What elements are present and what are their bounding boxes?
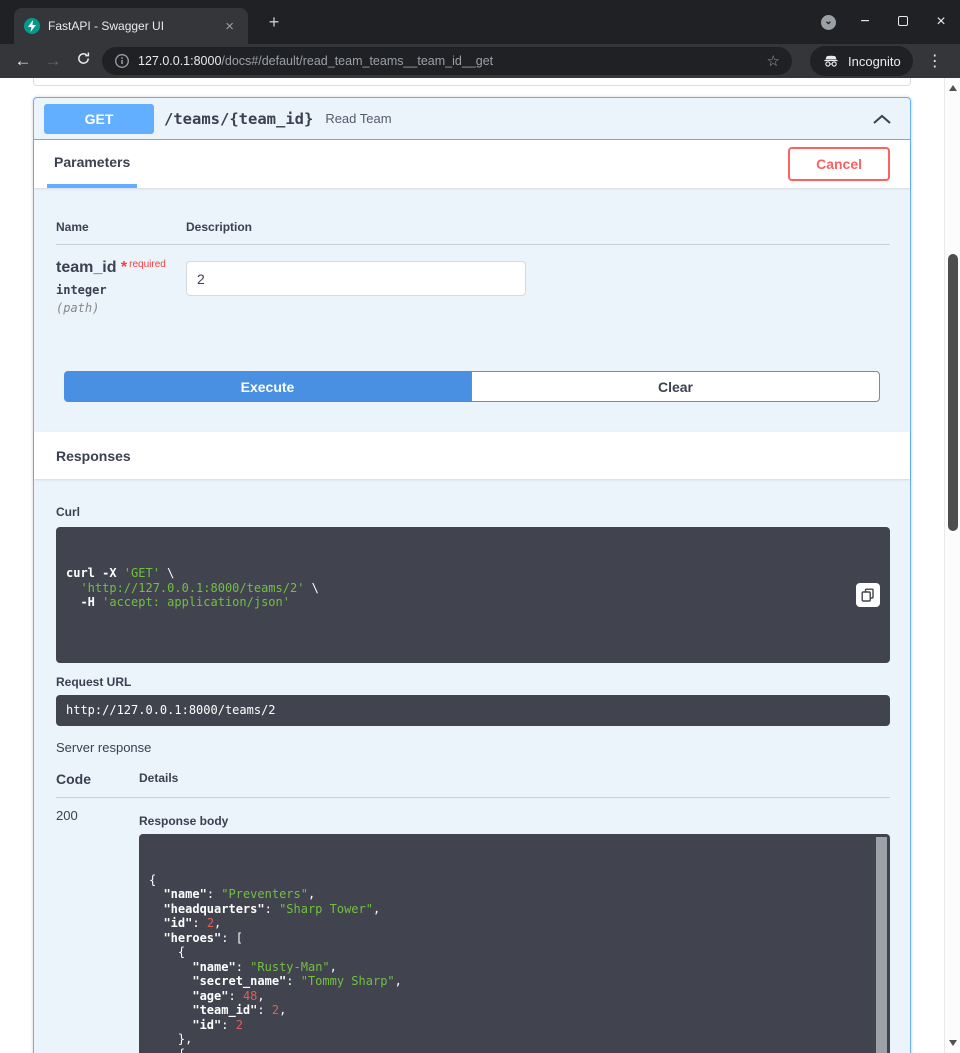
responses-title: Responses [56,448,131,464]
col-description-header: Description [186,220,890,234]
curl-command: curl -X 'GET' \ 'http://127.0.0.1:8000/t… [66,566,880,610]
incognito-label: Incognito [848,54,901,69]
url-bar[interactable]: 127.0.0.1:8000/docs#/default/read_team_t… [102,47,792,75]
new-tab-button[interactable]: + [262,11,286,35]
response-body-scrollbar-thumb[interactable] [876,837,887,1053]
browser-status-icon[interactable]: ⌄ [821,15,836,30]
required-star: * [121,259,127,276]
scrollbar-down-icon[interactable] [949,1040,957,1046]
bookmark-star-icon[interactable]: ☆ [767,52,780,70]
parameters-table-header: Name Description [56,220,890,245]
opblock-summary[interactable]: GET /teams/{team_id} Read Team [34,98,910,140]
col-code-header: Code [56,771,139,787]
fastapi-favicon-icon [24,18,40,34]
page-scrollbar[interactable] [944,78,960,1053]
browser-window: FastAPI - Swagger UI × + ⌄ − × ← → 127 [0,0,960,1053]
endpoint-path: /teams/{team_id} [164,110,313,128]
previous-opblock-edge [33,78,911,86]
opblock-get-teams: GET /teams/{team_id} Read Team Parameter… [33,97,911,1053]
response-details-cell: Response body { "name": "Preventers", "h… [139,808,890,1053]
response-body-label: Response body [139,814,890,828]
endpoint-summary: Read Team [325,111,391,126]
browser-menu-icon[interactable]: ⋮ [925,51,945,71]
parameter-value-cell [186,259,890,315]
browser-toolbar: ← → 127.0.0.1:8000/docs#/default/read_te… [0,44,960,78]
minimize-button[interactable]: − [856,13,874,31]
url-path: /docs#/default/read_team_teams__team_id_… [221,54,493,68]
maximize-button[interactable] [894,13,912,31]
copy-icon [861,588,875,602]
maximize-icon [898,16,908,26]
back-icon[interactable]: ← [8,51,38,71]
status-code: 200 [56,808,139,1053]
window-controls: ⌄ − × [821,0,950,44]
close-window-button[interactable]: × [932,13,950,31]
parameter-in: (path) [56,301,186,315]
response-table-header: Code Details [56,771,890,798]
response-body-code: { "name": "Preventers", "headquarters": … [149,873,880,1053]
cancel-button[interactable]: Cancel [788,147,890,181]
forward-icon[interactable]: → [38,51,68,71]
tab-parameters[interactable]: Parameters [47,140,137,188]
browser-titlebar: FastAPI - Swagger UI × + ⌄ − × [0,0,960,44]
required-label: required [129,259,166,270]
parameter-name-text: team_id [56,259,116,276]
parameter-type: integer [56,283,186,297]
team-id-input[interactable] [186,261,526,296]
parameters-body: Name Description team_id *required integ… [34,188,910,432]
responses-body: Curl curl -X 'GET' \ 'http://127.0.0.1:8… [34,479,910,1053]
server-response-table: Code Details 200 Response body { "name":… [56,771,890,1053]
url-host: 127.0.0.1:8000 [138,54,221,68]
response-body-block[interactable]: { "name": "Preventers", "headquarters": … [139,834,890,1053]
parameter-name: team_id *required [56,259,186,277]
col-details-header: Details [139,771,890,787]
page-scrollbar-thumb[interactable] [948,254,958,531]
url-text: 127.0.0.1:8000/docs#/default/read_team_t… [138,54,493,68]
curl-block: curl -X 'GET' \ 'http://127.0.0.1:8000/t… [56,527,890,663]
copy-button[interactable] [856,583,880,607]
col-name-header: Name [56,220,186,234]
response-body-scrollbar[interactable] [876,837,887,1053]
request-url-label: Request URL [56,675,890,689]
incognito-icon [822,52,840,70]
method-badge: GET [44,104,154,134]
server-response-label: Server response [56,740,890,755]
browser-tab[interactable]: FastAPI - Swagger UI × [14,8,248,44]
tab-close-icon[interactable]: × [221,18,238,35]
execute-row: Execute Clear [64,371,880,402]
reload-icon[interactable] [68,51,98,71]
curl-label: Curl [56,505,890,519]
execute-button[interactable]: Execute [64,371,471,402]
incognito-badge: Incognito [810,46,913,76]
parameters-section-header: Parameters Cancel [34,140,910,188]
responses-section-header: Responses [34,432,910,479]
clear-button[interactable]: Clear [471,371,880,402]
parameter-row: team_id *required integer (path) [56,245,890,315]
collapse-chevron-icon[interactable] [872,113,892,125]
scrollbar-up-icon[interactable] [949,85,957,91]
tab-title: FastAPI - Swagger UI [48,19,221,33]
info-icon[interactable] [114,53,130,69]
page-content: GET /teams/{team_id} Read Team Parameter… [0,78,960,1053]
parameter-name-cell: team_id *required integer (path) [56,259,186,315]
response-row: 200 Response body { "name": "Preventers"… [56,798,890,1053]
request-url-block: http://127.0.0.1:8000/teams/2 [56,695,890,726]
